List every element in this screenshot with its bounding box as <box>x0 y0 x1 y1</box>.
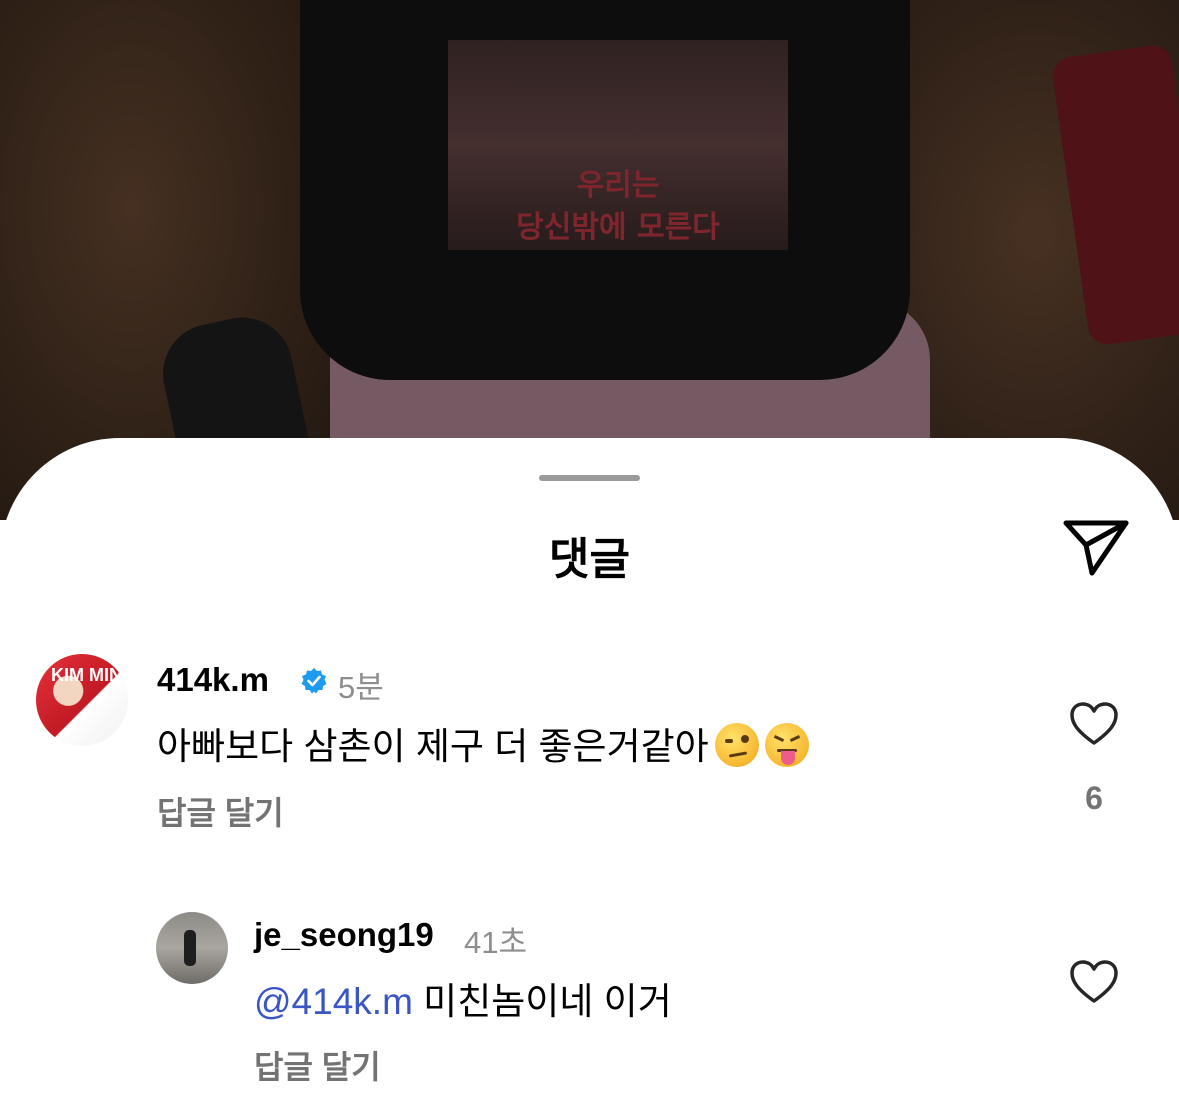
comment-text: @414k.m 미친놈이네 이거 <box>254 971 672 1025</box>
comment-time: 5분 <box>338 670 384 705</box>
avatar-figure <box>184 930 196 966</box>
heart-icon <box>1070 960 1118 1003</box>
heart-icon <box>1070 702 1118 745</box>
avatar[interactable] <box>156 912 228 984</box>
like-count: 6 <box>1085 780 1103 816</box>
share-button[interactable] <box>1058 514 1134 580</box>
comment-body: 아빠보다 삼촌이 제구 더 좋은거같아 <box>157 726 709 767</box>
paper-plane-icon <box>1063 520 1129 576</box>
comment-username[interactable]: je_seong19 <box>254 916 434 954</box>
mention-link[interactable]: @414k.m <box>254 981 413 1022</box>
comment-text: 아빠보다 삼촌이 제구 더 좋은거같아 <box>157 716 809 770</box>
like-button[interactable] <box>1066 698 1122 750</box>
woozy-face-icon <box>714 723 759 767</box>
sheet-title: 댓글 <box>549 535 630 584</box>
avatar[interactable]: KIM MIN <box>36 654 128 746</box>
comment-body: 미친놈이네 이거 <box>412 981 672 1022</box>
comment-time: 41초 <box>464 925 528 960</box>
avatar-text: KIM MIN <box>51 665 122 685</box>
reply-button[interactable]: 답글 달기 <box>157 788 284 834</box>
comments-sheet: 댓글 KIM MIN 414k.m 5분 아빠보다 삼촌이 제구 더 좋은거같아… <box>0 438 1179 1119</box>
comment-username[interactable]: 414k.m <box>157 661 269 699</box>
reply-button[interactable]: 답글 달기 <box>254 1042 381 1088</box>
sheet-drag-handle[interactable] <box>539 475 640 481</box>
verified-badge-icon <box>301 668 327 694</box>
like-button[interactable] <box>1066 956 1122 1008</box>
squinting-tongue-face-icon <box>764 723 809 767</box>
